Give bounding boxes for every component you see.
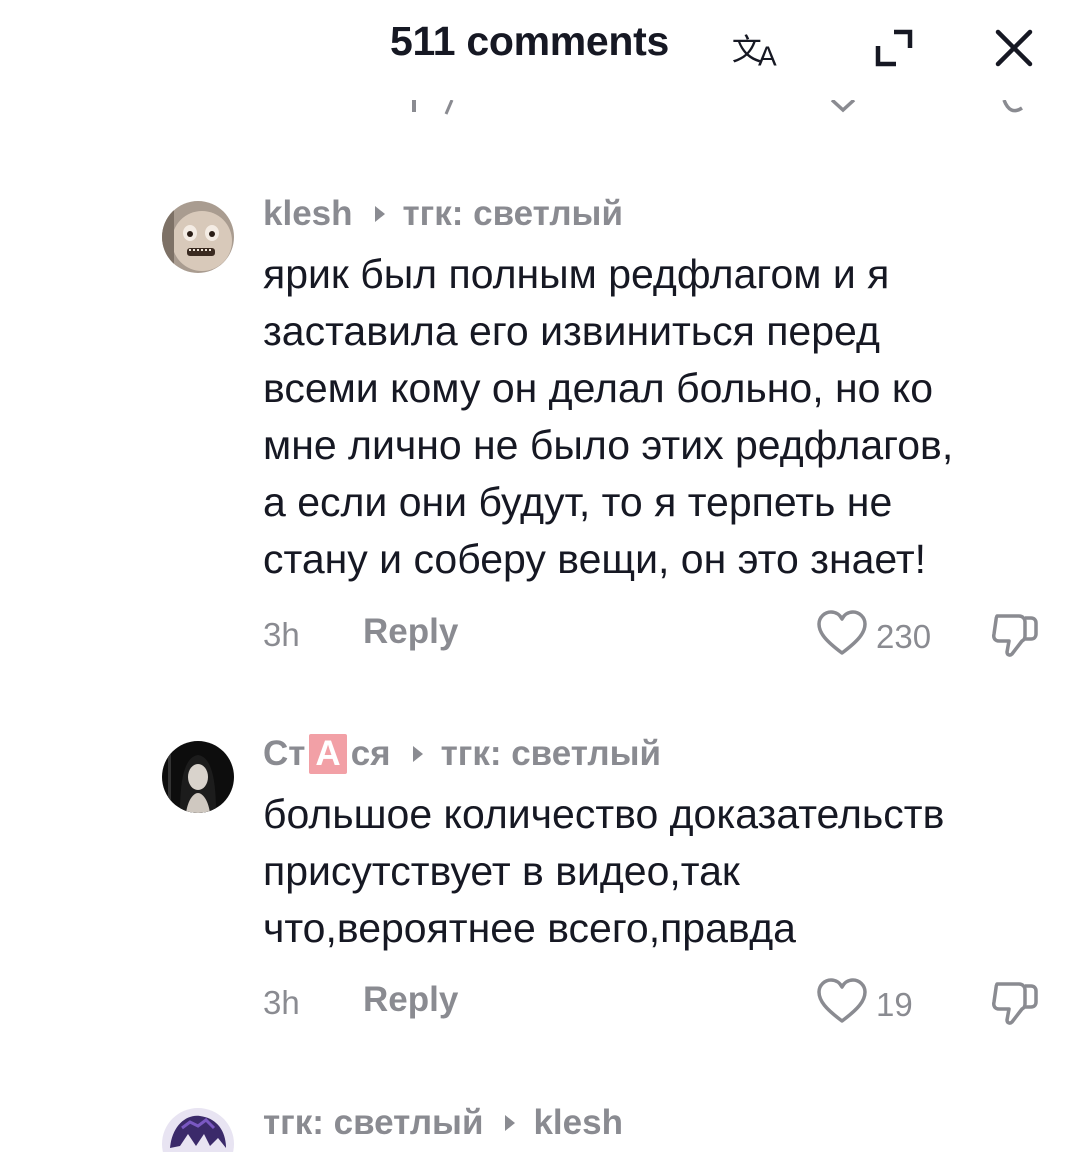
comments-count-title: 511 comments bbox=[390, 18, 669, 64]
previous-heart-icon bbox=[828, 100, 858, 116]
reply-to-name[interactable]: тгк: светлый bbox=[403, 194, 623, 234]
comment-author-row: klesh тгк: светлый bbox=[263, 192, 623, 236]
comment-text: большое количество доказательств присутс… bbox=[263, 791, 945, 951]
comment-author-row: Ст Ася тгк: светлый bbox=[263, 732, 661, 776]
avatar[interactable] bbox=[162, 201, 234, 273]
author-name-prefix: Ст bbox=[263, 734, 306, 773]
reply-button[interactable]: Reply bbox=[363, 980, 458, 1020]
svg-text:A: A bbox=[758, 41, 777, 72]
comment-time: 3h bbox=[263, 984, 300, 1021]
dislike-icon[interactable] bbox=[987, 610, 1043, 665]
reply-button[interactable]: Reply bbox=[363, 612, 458, 652]
author-name[interactable]: тгк: светлый bbox=[263, 1103, 483, 1143]
author-name-tag: А bbox=[309, 734, 347, 774]
avatar[interactable] bbox=[162, 1108, 234, 1152]
comment-text: ярик был полным редфлагом и я заставила … bbox=[263, 251, 954, 582]
comments-header: 511 comments 文 A bbox=[0, 0, 1080, 100]
dislike-icon[interactable] bbox=[987, 978, 1043, 1033]
reply-arrow-icon bbox=[505, 1115, 516, 1131]
heart-icon bbox=[816, 978, 868, 1031]
translate-icon[interactable]: 文 A bbox=[730, 22, 786, 74]
author-name[interactable]: Ст Ася bbox=[263, 734, 391, 774]
avatar[interactable] bbox=[162, 741, 234, 813]
comment-time: 3h bbox=[263, 616, 300, 653]
close-icon[interactable] bbox=[986, 22, 1042, 74]
like-button[interactable]: 19 bbox=[816, 978, 913, 1031]
reply-arrow-icon bbox=[374, 206, 385, 222]
previous-row-fragment bbox=[410, 100, 470, 116]
reply-arrow-icon bbox=[412, 746, 423, 762]
author-name[interactable]: klesh bbox=[263, 194, 353, 234]
comment-meta-row: 3h Reply 19 bbox=[263, 978, 1053, 1026]
author-name-suffix: ся bbox=[350, 734, 391, 773]
comment-author-row: тгк: светлый klesh bbox=[263, 1101, 623, 1145]
reply-to-name[interactable]: klesh bbox=[533, 1103, 623, 1143]
comment-meta-row: 3h Reply 230 bbox=[263, 610, 1053, 658]
previous-dislike-icon bbox=[1000, 100, 1030, 116]
like-button[interactable]: 230 bbox=[816, 610, 931, 663]
like-count: 19 bbox=[876, 985, 913, 1023]
like-count: 230 bbox=[876, 617, 932, 655]
heart-icon bbox=[816, 610, 868, 663]
expand-icon[interactable] bbox=[866, 22, 922, 74]
reply-to-name[interactable]: тгк: светлый bbox=[441, 734, 661, 774]
comments-screen: 511 comments 文 A klesh тгк: светлый ярик… bbox=[0, 0, 1080, 1152]
